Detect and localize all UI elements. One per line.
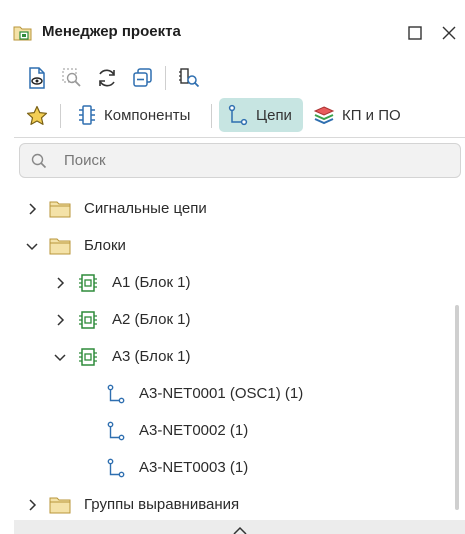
folder-icon (49, 497, 71, 514)
divider (14, 137, 465, 138)
zoom-to-selection-icon[interactable] (60, 66, 84, 90)
chevron-right-icon[interactable] (53, 313, 67, 327)
maximize-icon[interactable] (405, 23, 425, 43)
tab-components[interactable]: Компоненты (70, 98, 205, 132)
project-manager-panel: Менеджер проекта Компоненты Цепи КП и ПО… (0, 0, 465, 534)
tree-item-net[interactable]: A3-NET0001 (OSC1) (1) (14, 375, 454, 412)
tree-item-label: A2 (Блок 1) (112, 311, 191, 328)
close-icon[interactable] (439, 23, 459, 43)
tree-item-alignment-groups[interactable]: Группы выравнивания (14, 486, 454, 523)
panel-title: Менеджер проекта (42, 23, 181, 40)
layers-icon (313, 106, 335, 125)
tab-pads-vias[interactable]: КП и ПО (309, 98, 414, 132)
tree-item-label: Блоки (84, 237, 126, 254)
star-icon[interactable] (25, 104, 49, 128)
tab-label: Цепи (256, 107, 292, 124)
search-icon (31, 153, 47, 169)
component-icon (79, 105, 95, 125)
project-folder-icon (13, 26, 32, 41)
tree-item-block-a3[interactable]: A3 (Блок 1) (14, 338, 454, 375)
block-icon (79, 348, 97, 366)
tree-item-label: A3-NET0002 (1) (139, 422, 249, 439)
tree-item-block-a2[interactable]: A2 (Блок 1) (14, 301, 454, 338)
chevron-up-icon[interactable] (232, 526, 248, 534)
tree-item-signal-nets[interactable]: Сигнальные цепи (14, 190, 454, 227)
tab-label: КП и ПО (342, 107, 401, 124)
chevron-right-icon[interactable] (53, 276, 67, 290)
net-icon (107, 458, 125, 478)
tab-nets[interactable]: Цепи (219, 98, 303, 132)
collapse-all-icon[interactable] (131, 66, 155, 90)
search-placeholder: Поиск (64, 152, 106, 169)
tree-item-net[interactable]: A3-NET0003 (1) (14, 449, 454, 486)
tree-item-label: A3-NET0003 (1) (139, 459, 249, 476)
block-icon (79, 311, 97, 329)
tree-item-label: Сигнальные цепи (84, 200, 207, 217)
tree-item-blocks[interactable]: Блоки (14, 227, 454, 264)
chevron-right-icon[interactable] (25, 498, 39, 512)
tree-item-net[interactable]: A3-NET0002 (1) (14, 412, 454, 449)
chevron-down-icon[interactable] (53, 350, 67, 364)
tab-separator (60, 104, 61, 128)
folder-icon (49, 201, 71, 218)
tree-item-label: Группы выравнивания (84, 496, 240, 513)
refresh-icon[interactable] (95, 66, 119, 90)
title-bar: Менеджер проекта (0, 14, 465, 50)
toolbar-separator (165, 66, 166, 90)
tab-label: Компоненты (104, 107, 191, 124)
tree-item-label: A1 (Блок 1) (112, 274, 191, 291)
chevron-down-icon[interactable] (25, 239, 39, 253)
search-input[interactable]: Поиск (19, 143, 461, 178)
chevron-right-icon[interactable] (25, 202, 39, 216)
find-component-icon[interactable] (177, 66, 201, 90)
net-icon (228, 104, 248, 126)
folder-icon (49, 238, 71, 255)
tree-item-label: A3 (Блок 1) (112, 348, 191, 365)
tab-separator (211, 104, 212, 128)
net-icon (107, 384, 125, 404)
net-icon (107, 421, 125, 441)
tree-item-label: A3-NET0001 (OSC1) (1) (139, 385, 304, 402)
vertical-scrollbar[interactable] (455, 305, 459, 510)
document-view-icon[interactable] (25, 66, 49, 90)
tree-item-block-a1[interactable]: A1 (Блок 1) (14, 264, 454, 301)
block-icon (79, 274, 97, 292)
